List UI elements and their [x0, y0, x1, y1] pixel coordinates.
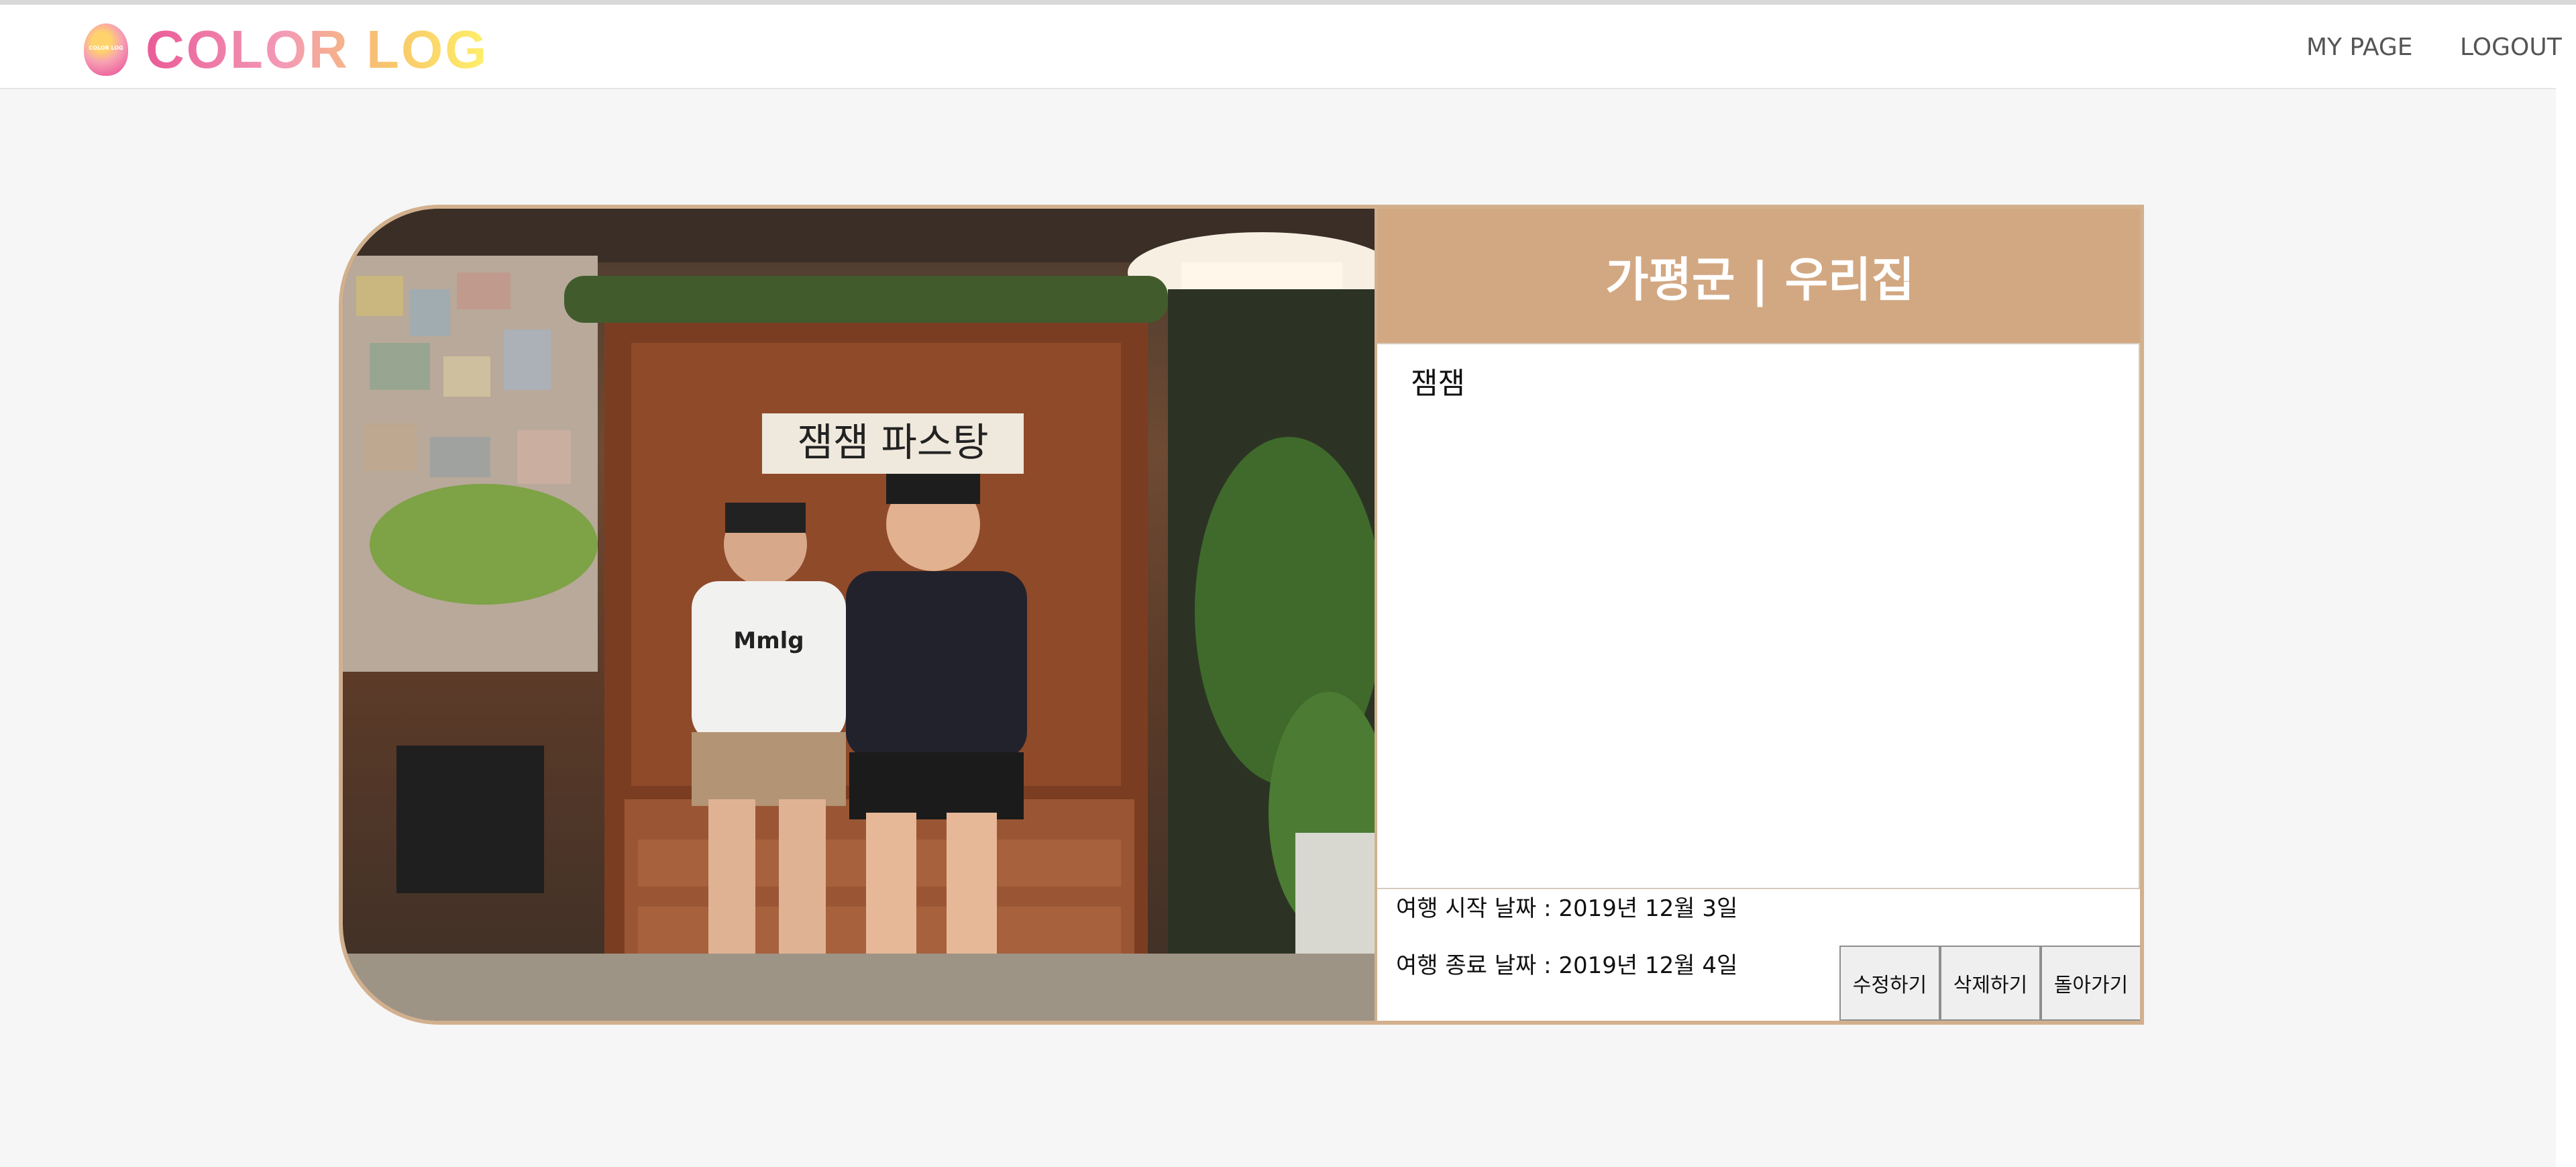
photo-shirt-text: Mmlg [733, 627, 804, 654]
photo-illustration: 잼잼 파스탕 Mmlg [343, 209, 1375, 1021]
trip-start-date: 여행 시작 날짜 : 2019년 12월 3일 [1396, 895, 1738, 922]
edit-button[interactable]: 수정하기 [1839, 946, 1940, 1021]
post-detail-panel: 가평군 | 우리집 잼잼 여행 시작 날짜 : 2019년 12월 3일 여행 … [1375, 209, 2140, 1021]
post-content-box: 잼잼 [1377, 343, 2140, 889]
post-content: 잼잼 [1411, 366, 1465, 401]
top-border [0, 0, 2576, 5]
nav-logout[interactable]: LOGOUT [2460, 34, 2562, 61]
post-photo: 잼잼 파스탕 Mmlg [343, 209, 1375, 1021]
post-title-bar: 가평군 | 우리집 [1377, 209, 2140, 343]
nav-my-page[interactable]: MY PAGE [2306, 34, 2413, 61]
logo-text: COLOR LOG [146, 19, 489, 79]
trip-end-date: 여행 종료 날짜 : 2019년 12월 4일 [1396, 952, 1738, 979]
delete-button[interactable]: 삭제하기 [1940, 946, 2041, 1021]
photo-sign-text: 잼잼 파스탕 [797, 419, 988, 465]
logo-badge-text: COLOR LOG [89, 45, 123, 51]
back-button[interactable]: 돌아가기 [2041, 946, 2140, 1021]
post-title: 가평군 | 우리집 [1605, 252, 1915, 307]
header: COLOR LOG COLOR LOG MY PAGE LOGOUT [0, 5, 2576, 89]
scrollbar[interactable] [2556, 88, 2576, 1167]
logo-egg-icon: COLOR LOG [84, 23, 128, 76]
logo[interactable]: COLOR LOG COLOR LOG [84, 19, 488, 80]
post-card: 잼잼 파스탕 Mmlg 가평군 | 우리집 잼잼 여행 시작 날짜: 2019… [339, 205, 2144, 1025]
